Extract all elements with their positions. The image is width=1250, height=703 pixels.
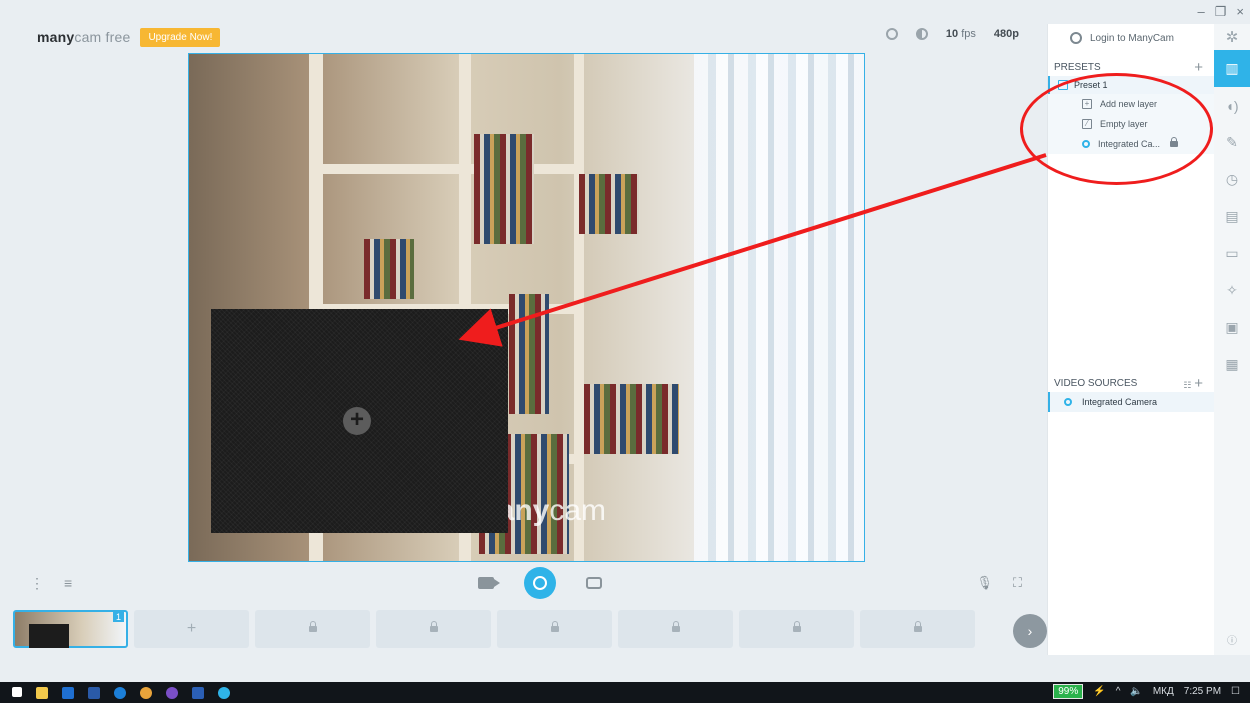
battery-indicator[interactable]: 99% [1053, 684, 1084, 699]
effects-tab-icon[interactable]: ✧ [1214, 272, 1250, 309]
preset-icon [1058, 80, 1068, 90]
viber-icon[interactable] [166, 686, 178, 699]
camera-pin-icon [1082, 140, 1090, 148]
minimize-button[interactable]: – [1198, 4, 1205, 20]
camera-pin-icon [1064, 398, 1072, 406]
books [509, 294, 549, 414]
add-source-icon[interactable]: + [343, 407, 371, 435]
drawing-tab-icon[interactable]: ✎ [1214, 124, 1250, 161]
clock[interactable]: 7:25 PM [1184, 686, 1221, 697]
volume-icon[interactable]: 🔈 [1130, 686, 1142, 697]
thumbnails-next-button[interactable]: › [1013, 614, 1047, 648]
preset-thumbnails: 1 + › [13, 610, 1047, 650]
preset-thumbnail-1[interactable]: 1 [13, 610, 128, 648]
add-new-layer-item[interactable]: + Add new layer [1048, 94, 1215, 114]
widgets-tab-icon[interactable]: ▦ [1214, 346, 1250, 383]
empty-layer-item[interactable]: ⁄ Empty layer [1048, 114, 1215, 134]
preset-item[interactable]: Preset 1 [1048, 76, 1215, 94]
books [579, 174, 639, 234]
locked-preset-slot[interactable] [255, 610, 370, 648]
add-preset-icon[interactable]: + [1194, 59, 1203, 76]
presets-tab-icon[interactable]: ▥ [1214, 50, 1250, 87]
more-options-icon[interactable]: ⋮ [30, 575, 44, 592]
right-toolbar: ✲ ▥ ◖) ✎ ◷ ▤ ▭ ✧ ▣ ▦ ⓘ [1214, 24, 1250, 655]
language-indicator[interactable]: МКД [1153, 686, 1174, 697]
add-preset-slot[interactable]: + [134, 610, 249, 648]
fullscreen-icon[interactable]: ⛶ [1013, 575, 1022, 591]
manycam-logo: manycam free [37, 29, 131, 45]
restore-button[interactable]: ❐ [1215, 4, 1227, 20]
lower-thirds-tab-icon[interactable]: ▭ [1214, 235, 1250, 272]
upgrade-button[interactable]: Upgrade Now! [140, 27, 221, 47]
thumbnail-empty-layer [29, 624, 69, 648]
power-icon[interactable]: ⚡ [1093, 686, 1105, 697]
playlist-icon[interactable]: ≡ [64, 575, 72, 592]
right-panel: Login to ManyCam PRESETS + Preset 1 + Ad… [1047, 24, 1215, 655]
shelf-board [309, 164, 584, 174]
settings-gear-icon[interactable]: ✲ [1214, 24, 1250, 50]
login-link[interactable]: Login to ManyCam [1048, 24, 1215, 52]
locked-preset-slot[interactable] [860, 610, 975, 648]
lock-icon [671, 621, 680, 632]
locked-preset-slot[interactable] [618, 610, 733, 648]
locked-preset-slot[interactable] [739, 610, 854, 648]
books [584, 384, 679, 454]
books [364, 239, 414, 299]
books [474, 134, 534, 244]
video-sources-section: VIDEO SOURCES ☷ + Integrated Camera [1048, 374, 1215, 412]
add-layer-icon: + [1082, 99, 1092, 109]
record-video-icon[interactable] [478, 577, 500, 589]
top-bar-controls: 10 fps 480p [885, 28, 1019, 40]
broadcast-button[interactable] [524, 567, 556, 599]
images-tab-icon[interactable]: ▣ [1214, 309, 1250, 346]
tray-chevron-icon[interactable]: ^ [1116, 686, 1121, 697]
windows-taskbar: 99% ⚡ ^ 🔈 МКД 7:25 PM ☐ [0, 682, 1250, 703]
media-icon[interactable] [88, 686, 100, 699]
locked-preset-slot[interactable] [376, 610, 491, 648]
manycam-taskbar-icon[interactable] [218, 686, 230, 699]
chrome-icon[interactable] [140, 686, 152, 699]
resolution-selector[interactable]: 480p [994, 28, 1019, 40]
top-bar: manycam free Upgrade Now! 10 fps 480p [0, 24, 1047, 50]
lock-icon [550, 621, 559, 632]
lock-icon [308, 621, 317, 632]
brightness-icon[interactable] [915, 28, 928, 40]
microphone-icon[interactable]: 🎙 [976, 575, 993, 591]
window-curtain [694, 54, 864, 561]
zoom-icon[interactable] [885, 28, 898, 40]
notifications-icon[interactable]: ☐ [1231, 686, 1240, 697]
outlook-icon[interactable] [62, 686, 74, 699]
empty-layer-overlay[interactable]: + [211, 309, 508, 533]
video-sources-title: VIDEO SOURCES [1054, 377, 1138, 389]
empty-layer-icon: ⁄ [1082, 119, 1092, 129]
presets-section: PRESETS + Preset 1 + Add new layer ⁄ Emp… [1048, 58, 1215, 154]
locked-preset-slot[interactable] [497, 610, 612, 648]
user-icon [1070, 32, 1082, 44]
close-button[interactable]: × [1236, 4, 1244, 20]
presets-title: PRESETS [1054, 61, 1101, 73]
info-icon[interactable]: ⓘ [1227, 632, 1237, 647]
time-tab-icon[interactable]: ◷ [1214, 161, 1250, 198]
video-source-item[interactable]: Integrated Camera [1048, 392, 1215, 412]
snapshot-icon[interactable] [586, 577, 602, 589]
settings-sliders-icon[interactable]: ☷ [1183, 380, 1191, 390]
audio-tab-icon[interactable]: ◖) [1214, 87, 1250, 124]
word-icon[interactable] [192, 686, 204, 699]
lock-icon [792, 621, 801, 632]
text-tab-icon[interactable]: ▤ [1214, 198, 1250, 235]
lock-icon [913, 621, 922, 632]
window-controls: – ❐ × [1198, 4, 1244, 20]
windows-start-icon[interactable] [12, 686, 22, 697]
lock-icon[interactable] [1170, 137, 1179, 147]
file-explorer-icon[interactable] [36, 686, 48, 699]
fps-selector[interactable]: 10 fps [946, 28, 976, 40]
preview-controls: ⋮ ≡ 🎙 ⛶ [0, 563, 1047, 605]
edge-icon[interactable] [114, 686, 126, 699]
preset-number-badge: 1 [112, 612, 124, 622]
add-source-icon[interactable]: + [1194, 375, 1203, 392]
lock-icon [429, 621, 438, 632]
camera-layer-item[interactable]: Integrated Ca... [1048, 134, 1215, 154]
